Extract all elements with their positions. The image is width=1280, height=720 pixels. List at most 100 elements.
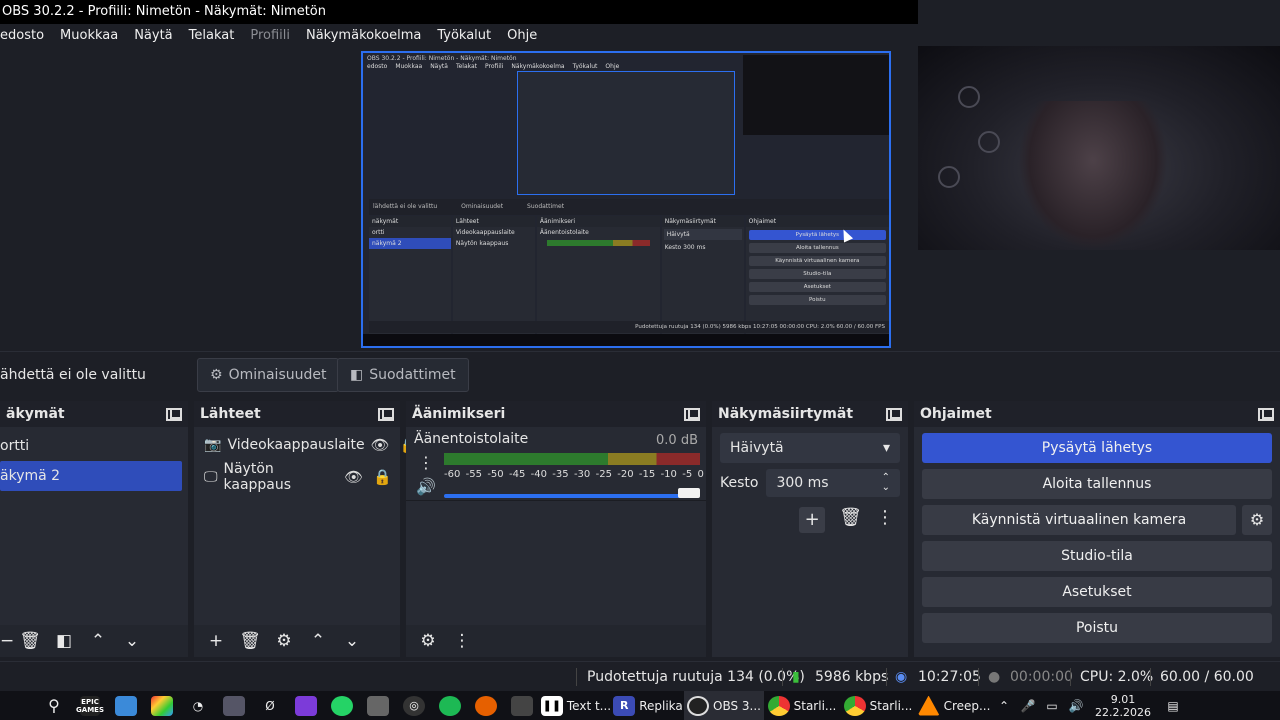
- network-icon[interactable]: ▭: [1040, 691, 1064, 720]
- menu-docks[interactable]: Telakat: [181, 28, 243, 43]
- whatsapp-icon[interactable]: [324, 691, 360, 720]
- menu-scene-collection[interactable]: Näkymäkokoelma: [298, 28, 429, 43]
- camera-icon: 📷: [204, 437, 222, 453]
- volume-slider[interactable]: [444, 494, 698, 498]
- gear-icon[interactable]: ⚙: [270, 629, 298, 653]
- stream-icon: ◉: [895, 669, 908, 685]
- sources-header: Lähteet: [200, 406, 261, 422]
- status-bar: Pudotettuja ruutuja 134 (0.0%) ▮ 5986 kb…: [0, 661, 1280, 715]
- microphone-icon[interactable]: 🎤: [1016, 691, 1040, 720]
- sources-dock: Lähteet 📷 Videokaappauslaite 👁🔒 🖵 Näytön…: [194, 401, 418, 657]
- spinner-icon[interactable]: ⌃ ⌄: [882, 473, 890, 493]
- chevron-up-icon[interactable]: ⌃: [84, 629, 112, 653]
- windows-icon[interactable]: [0, 691, 36, 720]
- taskbar-app-obs[interactable]: OBS 3...: [684, 691, 764, 720]
- chevron-down-icon[interactable]: ⌄: [118, 629, 146, 653]
- notification-icon[interactable]: ▤: [1158, 691, 1188, 720]
- scene-item[interactable]: ortti: [0, 431, 188, 461]
- undock-icon[interactable]: [1258, 407, 1274, 421]
- virtual-camera-button[interactable]: Käynnistä virtuaalinen kamera: [922, 505, 1236, 535]
- undock-icon[interactable]: [886, 407, 902, 421]
- exit-button[interactable]: Poistu: [922, 613, 1272, 643]
- menu-bar: edosto Muokkaa Näytä Telakat Profiili Nä…: [0, 24, 918, 46]
- epic-games-icon[interactable]: EPIC GAMES: [72, 691, 108, 720]
- app-icon[interactable]: [288, 691, 324, 720]
- gear-icon[interactable]: ⚙: [1242, 505, 1272, 535]
- mixer-db: 0.0 dB: [656, 433, 698, 448]
- menu-view[interactable]: Näytä: [126, 28, 180, 43]
- add-icon[interactable]: −: [0, 629, 14, 653]
- search-icon[interactable]: ⚲: [36, 691, 72, 720]
- calculator-icon[interactable]: [360, 691, 396, 720]
- undock-icon[interactable]: [166, 407, 182, 421]
- clock[interactable]: 9.01 22.2.2026: [1088, 691, 1158, 720]
- trash-icon[interactable]: 🗑: [16, 629, 44, 653]
- filter-icon[interactable]: ◧: [50, 629, 78, 653]
- speaker-icon[interactable]: 🔊: [416, 477, 436, 496]
- window-title: OBS 30.2.2 - Profiili: Nimetön - Näkymät…: [0, 0, 918, 24]
- eye-icon[interactable]: 👁: [344, 468, 363, 486]
- transition-duration: Kesto 300 ms ⌃ ⌄: [720, 469, 900, 497]
- transitions-header: Näkymäsiirtymät: [718, 406, 854, 422]
- settings-button[interactable]: Asetukset: [922, 577, 1272, 607]
- app-icon[interactable]: [504, 691, 540, 720]
- taskbar-app-vlc[interactable]: Creep...: [916, 691, 992, 720]
- lock-icon[interactable]: 🔒: [373, 468, 392, 486]
- chevron-up-icon[interactable]: ⌃: [992, 691, 1016, 720]
- chevron-down-icon: ▾: [882, 440, 890, 456]
- source-item[interactable]: 📷 Videokaappauslaite 👁🔒: [194, 429, 418, 461]
- add-icon[interactable]: +: [202, 629, 230, 653]
- filter-icon: ◧: [350, 367, 364, 383]
- mini-menu: edosto Muokkaa Näytä Telakat Profiili Näkymäk…: [367, 63, 620, 70]
- volume-meter: [444, 453, 700, 465]
- gear-icon[interactable]: ⚙: [414, 629, 442, 653]
- chatgpt-icon[interactable]: ◎: [396, 691, 432, 720]
- preview-area[interactable]: OBS 30.2.2 - Profiili: Nimetön - Näkymät…: [0, 46, 1280, 351]
- chevron-down-icon[interactable]: ⌄: [338, 629, 366, 653]
- spotify-icon[interactable]: [432, 691, 468, 720]
- taskbar-app-chrome[interactable]: Starli...: [764, 691, 840, 720]
- duration-spinbox[interactable]: 300 ms ⌃ ⌄: [766, 469, 900, 497]
- properties-button[interactable]: ⚙ Ominaisuudet: [197, 358, 340, 392]
- source-item[interactable]: 🖵 Näytön kaappaus 👁 🔒: [194, 461, 400, 493]
- app-icon[interactable]: [216, 691, 252, 720]
- start-recording-button[interactable]: Aloita tallennus: [922, 469, 1272, 499]
- add-icon[interactable]: +: [799, 507, 826, 533]
- stream-time: 10:27:05: [918, 669, 981, 685]
- app-icon[interactable]: Ø: [252, 691, 288, 720]
- kebab-menu-icon[interactable]: ⋮: [418, 453, 434, 472]
- menu-profile[interactable]: Profiili: [242, 28, 298, 43]
- firefox-icon[interactable]: [468, 691, 504, 720]
- eye-icon[interactable]: 👁: [371, 436, 390, 454]
- chevron-up-icon[interactable]: ⌃: [304, 629, 332, 653]
- taskbar-app-replika[interactable]: R Replika: [612, 691, 684, 720]
- kebab-menu-icon[interactable]: ⋮: [876, 507, 894, 533]
- app-icon[interactable]: [108, 691, 144, 720]
- filters-button[interactable]: ◧ Suodattimet: [337, 358, 469, 392]
- trash-icon[interactable]: 🗑: [236, 629, 264, 653]
- mini-taskbar: [363, 334, 889, 346]
- undock-icon[interactable]: [684, 407, 700, 421]
- menu-file[interactable]: edosto: [0, 28, 52, 43]
- studio-mode-button[interactable]: Studio-tila: [922, 541, 1272, 571]
- scene-item-selected[interactable]: äkymä 2: [0, 461, 182, 491]
- transition-select[interactable]: Häivytä ▾: [720, 433, 900, 463]
- kebab-menu-icon[interactable]: ⋮: [448, 629, 476, 653]
- undock-icon[interactable]: [378, 407, 394, 421]
- menu-help[interactable]: Ohje: [499, 28, 545, 43]
- stop-stream-button[interactable]: Pysäytä lähetys: [922, 433, 1272, 463]
- preview-canvas[interactable]: OBS 30.2.2 - Profiili: Nimetön - Näkymät…: [361, 51, 891, 348]
- menu-edit[interactable]: Muokkaa: [52, 28, 126, 43]
- menu-tools[interactable]: Työkalut: [429, 28, 499, 43]
- taskbar-app-chrome[interactable]: Starli...: [840, 691, 916, 720]
- volume-slider-handle[interactable]: [678, 488, 700, 498]
- color-app-icon[interactable]: [144, 691, 180, 720]
- bitrate: 5986 kbps: [815, 669, 889, 685]
- controls-header: Ohjaimet: [920, 406, 992, 422]
- monitor-icon: 🖵: [204, 469, 218, 485]
- speedometer-icon[interactable]: ◔: [180, 691, 216, 720]
- volume-icon[interactable]: 🔊: [1064, 691, 1088, 720]
- trash-icon[interactable]: 🗑: [839, 507, 862, 533]
- taskbar-app-text[interactable]: ❚❚ Text t...: [540, 691, 612, 720]
- signal-icon: ▮: [792, 669, 800, 685]
